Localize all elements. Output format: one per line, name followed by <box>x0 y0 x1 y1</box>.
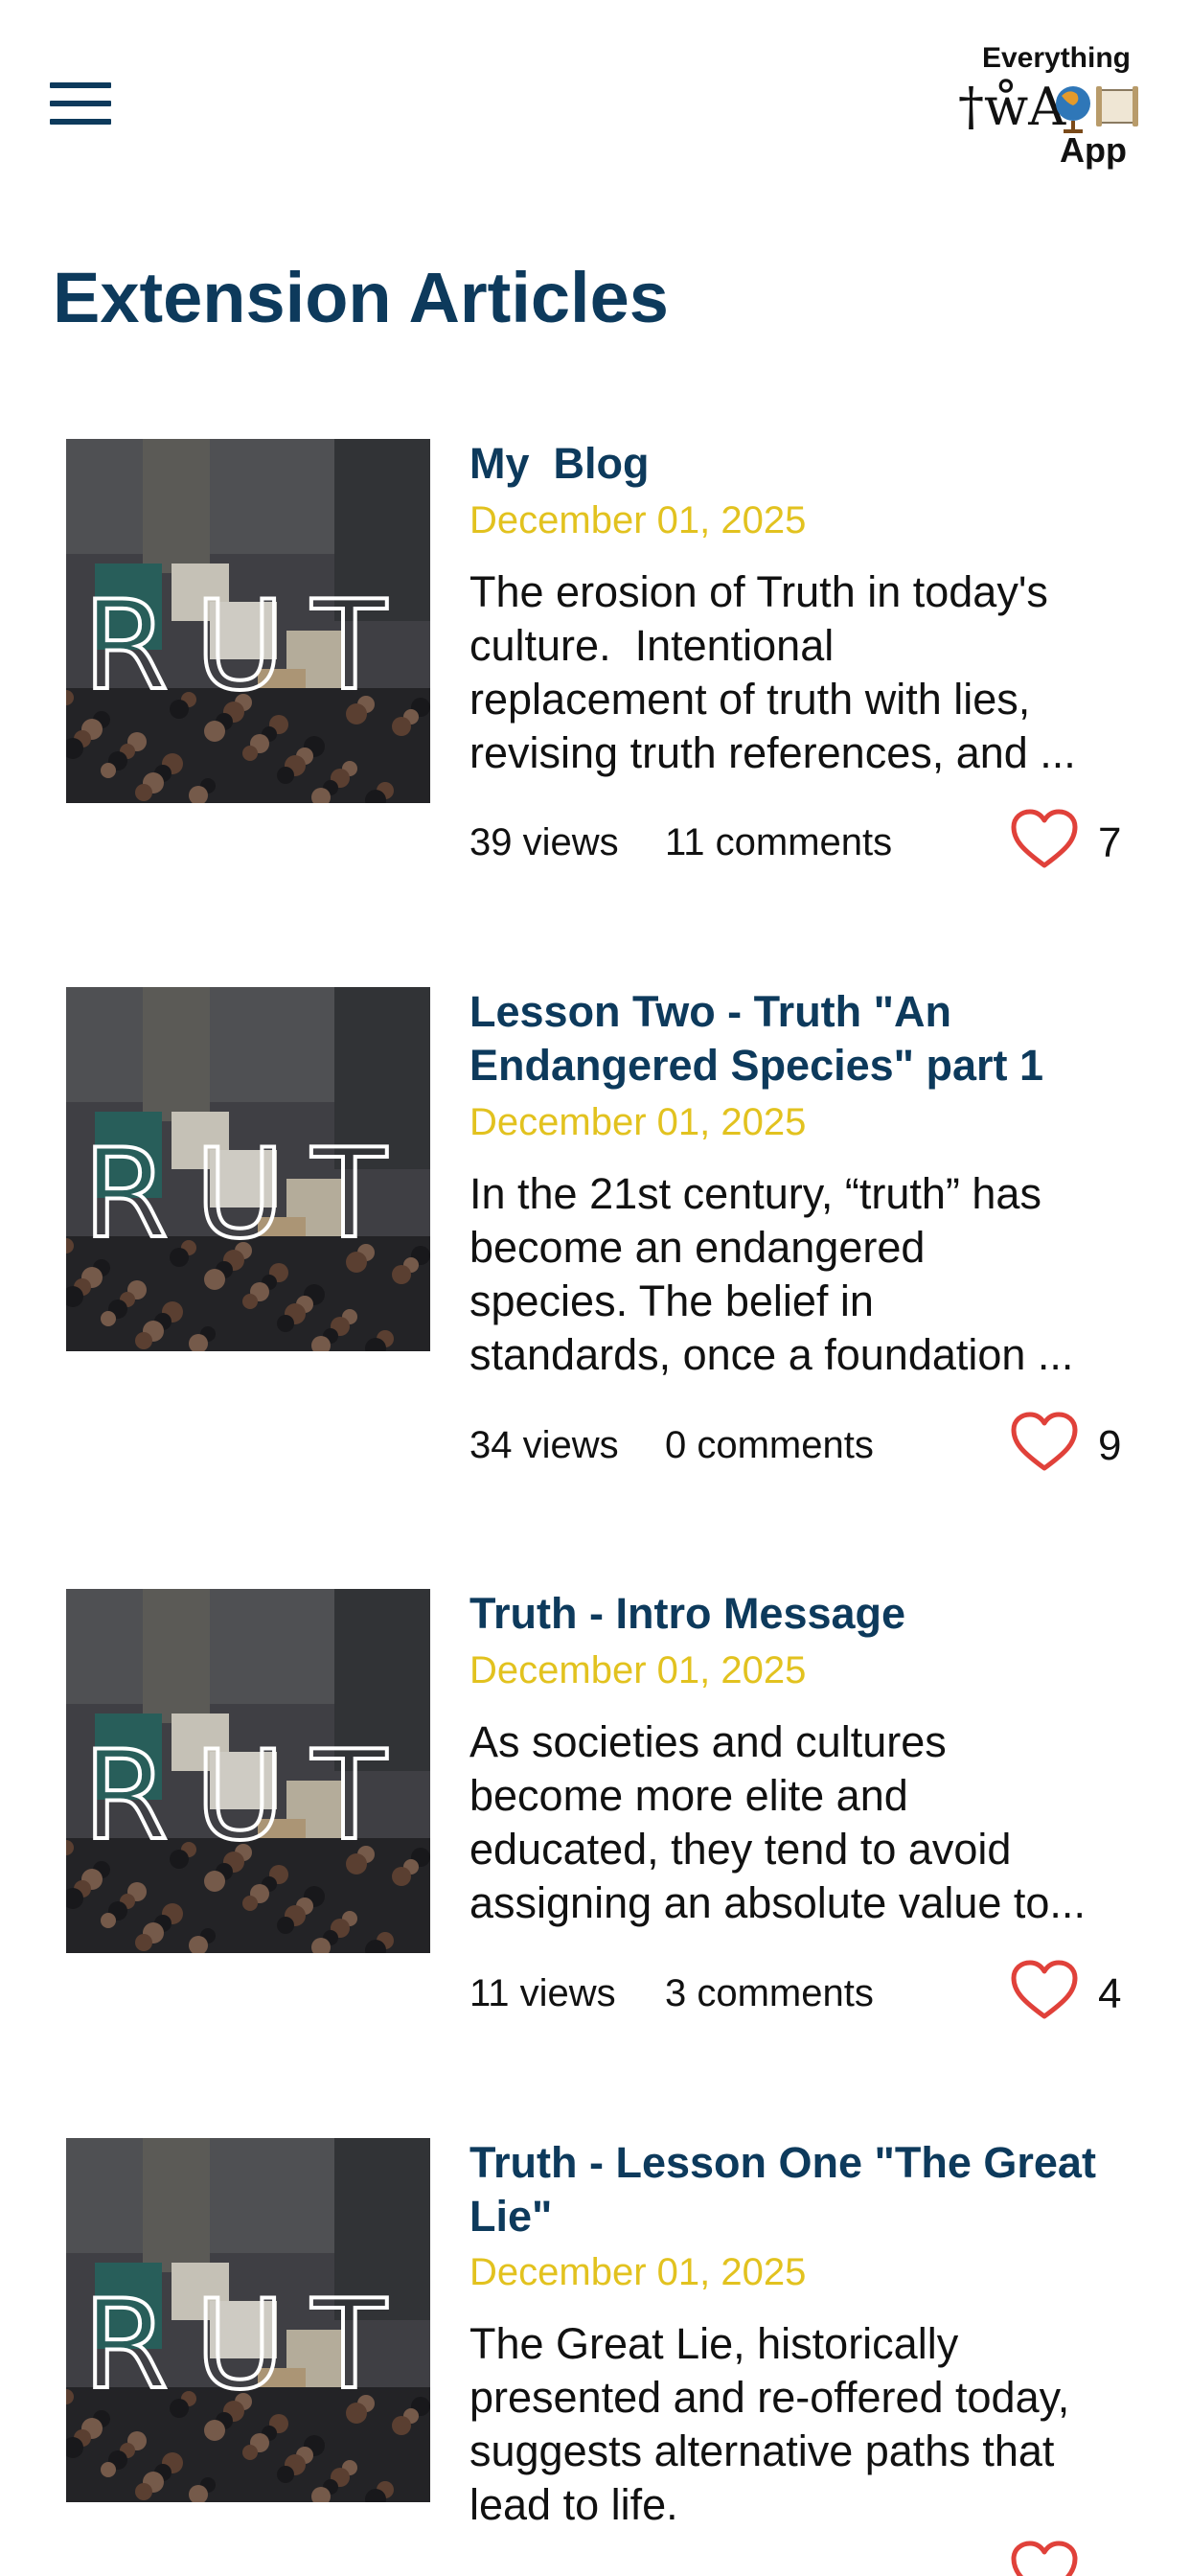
article-stats: 11 views 3 comments 4 <box>469 1959 1131 2026</box>
article-date: December 01, 2025 <box>469 2251 807 2293</box>
article-excerpt-line: In the 21st century, “truth” has <box>469 1169 1041 1218</box>
article-date: December 01, 2025 <box>469 499 807 541</box>
article-thumbnail[interactable]: RUT <box>66 1589 430 1953</box>
article-date: December 01, 2025 <box>469 1101 807 1143</box>
article-excerpt-line: lead to life. <box>469 2480 678 2529</box>
page: Everything †ẘA App Extension Articles RU… <box>0 0 1190 2576</box>
thumbnail-overlay-text: RUT <box>83 575 414 718</box>
article-excerpt-line: presented and re-offered today, <box>469 2373 1070 2422</box>
article-stats: 39 views 11 comments 7 <box>469 808 1131 875</box>
article-excerpt: As societies and cultures become more eli… <box>469 1715 1131 1930</box>
article-title[interactable]: Truth - Intro Message <box>469 1587 1140 1641</box>
article-excerpt-line: standards, once a foundation ... <box>469 1330 1074 1379</box>
likes-count: 4 <box>1098 1970 1122 2017</box>
article-title-line: Endangered Species" part 1 <box>469 1041 1044 1090</box>
article-excerpt-line: replacement of truth with lies, <box>469 675 1031 724</box>
comments-count[interactable]: 11 comments <box>665 821 892 864</box>
article-excerpt-line: The erosion of Truth in today's <box>469 567 1048 616</box>
article-title[interactable]: Truth - Lesson One "The Great Lie" <box>469 2136 1140 2243</box>
article-thumbnail[interactable]: RUT <box>66 987 430 1351</box>
views-count: 39 views <box>469 821 619 863</box>
article-excerpt-line: species. The belief in <box>469 1276 874 1325</box>
hamburger-menu-icon[interactable] <box>50 82 111 125</box>
article-excerpt-line: As societies and cultures <box>469 1717 947 1766</box>
logo-emblem-icon: †ẘA <box>958 77 1138 134</box>
article-excerpt: The Great Lie, historically presented and… <box>469 2317 1131 2532</box>
article-title-line: Lie" <box>469 2192 553 2241</box>
article-title-line: My Blog <box>469 439 650 488</box>
article-stats <box>469 2540 1131 2576</box>
comments-count[interactable]: 3 comments <box>665 1972 874 2015</box>
thumbnail-overlay-text: RUT <box>83 2274 414 2417</box>
article-excerpt-line: suggests alternative paths that <box>469 2426 1055 2475</box>
views-count: 11 views <box>469 1972 616 2014</box>
article-stats: 34 views 0 comments 9 <box>469 1411 1131 1478</box>
thumbnail-overlay-text: RUT <box>83 1123 414 1266</box>
article-title-line: Truth - Lesson One "The Great <box>469 2138 1096 2187</box>
article-title[interactable]: Lesson Two - Truth "An Endangered Species… <box>469 985 1140 1092</box>
page-title: Extension Articles <box>53 258 669 337</box>
heart-icon[interactable] <box>1010 1959 1079 2022</box>
article-date: December 01, 2025 <box>469 1649 807 1691</box>
article-thumbnail[interactable]: RUT <box>66 2138 430 2502</box>
likes-count: 9 <box>1098 1422 1122 1469</box>
heart-icon[interactable] <box>1010 808 1079 871</box>
likes-count: 7 <box>1098 819 1122 866</box>
thumbnail-overlay-text: RUT <box>83 1725 414 1868</box>
article-thumbnail[interactable]: RUT <box>66 439 430 803</box>
article-excerpt-line: assigning an absolute value to... <box>469 1878 1086 1927</box>
article-excerpt: The erosion of Truth in today's culture. … <box>469 565 1131 780</box>
logo-line-1: Everything <box>981 42 1131 74</box>
article-excerpt-line: become an endangered <box>469 1223 926 1272</box>
article-title-line: Truth - Intro Message <box>469 1589 906 1638</box>
logo-glyphs: †ẘA <box>958 77 1066 134</box>
comments-count[interactable]: 0 comments <box>665 1424 874 1467</box>
article-excerpt-line: become more elite and <box>469 1771 908 1820</box>
article-excerpt: In the 21st century, “truth” has become a… <box>469 1167 1131 1382</box>
heart-icon[interactable] <box>1010 1411 1079 1474</box>
article-excerpt-line: revising truth references, and ... <box>469 728 1076 777</box>
article-excerpt-line: The Great Lie, historically <box>469 2319 959 2368</box>
heart-icon[interactable] <box>1010 2540 1079 2576</box>
article-excerpt-line: culture. Intentional <box>469 621 835 670</box>
app-logo[interactable]: Everything †ẘA App <box>954 42 1146 176</box>
views-count: 34 views <box>469 1424 619 1466</box>
article-title[interactable]: My Blog <box>469 437 1140 491</box>
article-excerpt-line: educated, they tend to avoid <box>469 1825 1012 1874</box>
logo-line-2: App <box>1060 130 1127 170</box>
article-title-line: Lesson Two - Truth "An <box>469 987 951 1036</box>
